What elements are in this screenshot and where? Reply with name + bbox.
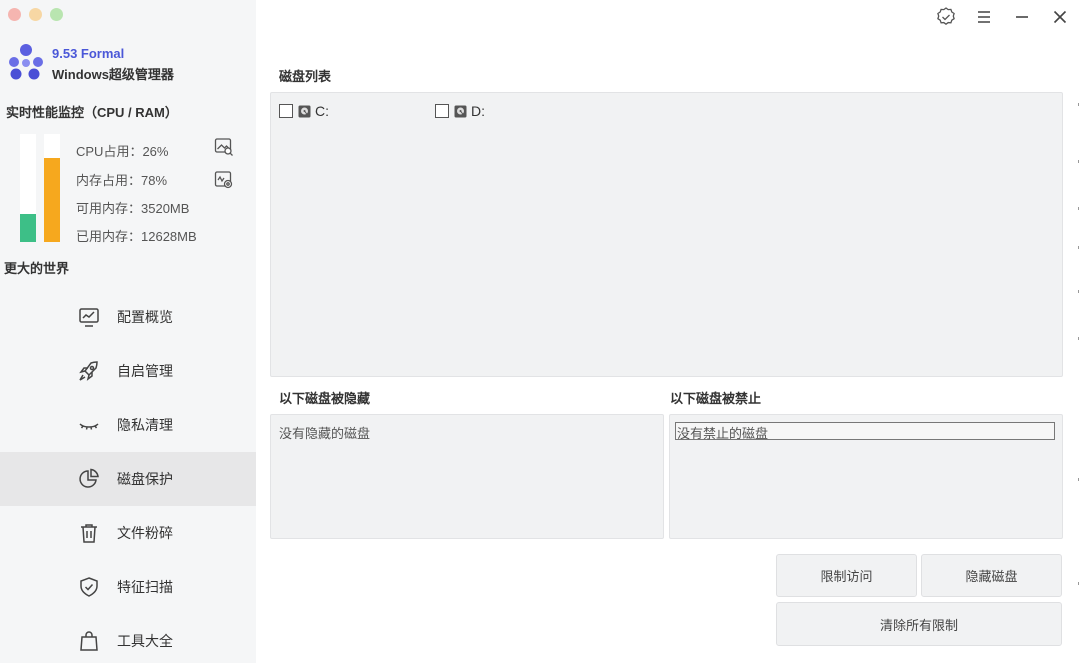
nav-item-feature-scan[interactable]: 特征扫描: [0, 560, 256, 614]
nav-item-disk-protection[interactable]: 磁盘保护: [0, 452, 256, 506]
closed-eye-icon: [79, 423, 99, 430]
disk-label: C:: [315, 103, 329, 119]
image-search-icon[interactable]: [214, 137, 234, 157]
disk-checkbox[interactable]: [435, 104, 449, 118]
hide-disk-button[interactable]: 隐藏磁盘: [921, 554, 1062, 597]
edge-tick: [1078, 103, 1079, 106]
bag-icon: [80, 631, 98, 651]
disk-list-panel: C: D:: [270, 92, 1063, 377]
nav-item-toolbox[interactable]: 工具大全: [0, 614, 256, 668]
clear-all-restrictions-button[interactable]: 清除所有限制: [776, 602, 1062, 646]
menu-icon[interactable]: [973, 6, 995, 28]
minimize-window-dot[interactable]: [29, 8, 42, 21]
hard-drive-icon: [454, 105, 467, 117]
memory-usage-fill: [44, 157, 60, 242]
rocket-icon: [79, 361, 98, 381]
disabled-disks-title: 以下磁盘被禁止: [670, 391, 762, 406]
restrict-access-button[interactable]: 限制访问: [776, 554, 917, 597]
used-memory-label: 已用内存：12628MB: [76, 229, 197, 244]
edge-tick: [1078, 160, 1079, 163]
sidebar: 9.53 Formal Windows超级管理器 实时性能监控（CPU / RA…: [0, 0, 256, 663]
hard-drive-icon: [298, 105, 311, 117]
nav-item-label: 工具大全: [117, 633, 173, 649]
nav-item-label: 文件粉碎: [117, 525, 173, 541]
nav-item-label: 特征扫描: [117, 579, 173, 595]
cpu-usage-bar: [20, 134, 36, 242]
shield-check-icon: [80, 577, 98, 597]
memory-usage-label: 内存占用：78%: [76, 173, 168, 188]
disk-checkbox[interactable]: [279, 104, 293, 118]
monitor-chart-icon: [79, 308, 99, 327]
nav-item-startup[interactable]: 自启管理: [0, 344, 256, 398]
edge-tick: [1078, 337, 1079, 340]
window-controls: [8, 8, 63, 21]
disabled-disks-panel: 没有禁止的磁盘: [669, 414, 1063, 539]
cpu-usage-fill: [20, 213, 36, 242]
disabled-disks-empty: 没有禁止的磁盘: [677, 426, 769, 441]
nav-item-label: 自启管理: [117, 363, 173, 379]
minimize-icon[interactable]: [1011, 6, 1033, 28]
trash-icon: [81, 524, 97, 543]
hidden-disks-title: 以下磁盘被隐藏: [279, 391, 371, 406]
edge-tick: [1078, 290, 1079, 293]
disk-item-d[interactable]: D:: [435, 103, 485, 119]
app-version: 9.53 Formal: [52, 46, 125, 61]
edge-tick: [1078, 207, 1079, 210]
close-icon[interactable]: [1049, 6, 1071, 28]
nav-item-label: 隐私清理: [117, 417, 173, 433]
app-name: Windows超级管理器: [52, 67, 174, 82]
nav-item-file-shredder[interactable]: 文件粉碎: [0, 506, 256, 560]
disk-label: D:: [471, 103, 485, 119]
nav-item-label: 配置概览: [117, 309, 173, 325]
edge-tick: [1078, 478, 1079, 481]
hidden-disks-panel: 没有隐藏的磁盘: [270, 414, 664, 539]
app-logo-icon: [9, 44, 43, 80]
section-label: 更大的世界: [4, 261, 70, 276]
available-memory-label: 可用内存：3520MB: [76, 201, 190, 216]
disk-list-title: 磁盘列表: [279, 69, 332, 84]
verified-badge-icon[interactable]: [935, 6, 957, 28]
monitor-title: 实时性能监控（CPU / RAM）: [6, 105, 178, 120]
nav-item-label: 磁盘保护: [117, 471, 173, 487]
nav-item-overview[interactable]: 配置概览: [0, 290, 256, 344]
settings-chart-icon[interactable]: [214, 170, 234, 190]
close-window-dot[interactable]: [8, 8, 21, 21]
edge-tick: [1078, 246, 1079, 249]
hidden-disks-empty: 没有隐藏的磁盘: [279, 426, 371, 441]
pie-chart-icon: [79, 468, 99, 488]
disk-item-c[interactable]: C:: [279, 103, 329, 119]
cpu-usage-label: CPU占用：26%: [76, 144, 169, 159]
nav-item-privacy[interactable]: 隐私清理: [0, 398, 256, 452]
maximize-window-dot[interactable]: [50, 8, 63, 21]
edge-tick: [1078, 582, 1079, 585]
memory-usage-bar: [44, 134, 60, 242]
